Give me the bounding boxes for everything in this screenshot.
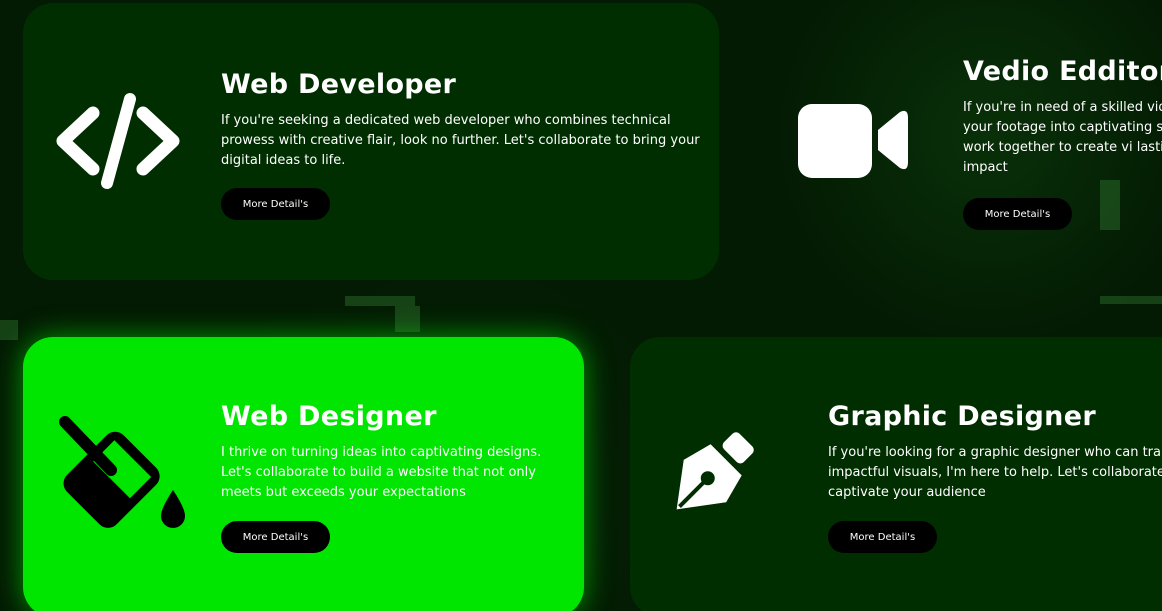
more-details-button[interactable]: More Detail's — [221, 521, 330, 553]
service-card-video-editor: Vedio Edditor If you're in need of a ski… — [744, 0, 1162, 270]
paint-bucket-icon — [53, 412, 188, 537]
card-title: Graphic Designer — [828, 401, 1096, 432]
card-title: Vedio Edditor — [963, 56, 1162, 87]
card-description: If you're seeking a dedicated web develo… — [221, 113, 700, 168]
video-camera-icon — [796, 100, 910, 180]
card-title: Web Designer — [221, 401, 437, 432]
background-pixel-decoration — [395, 306, 420, 332]
card-description: If you're in need of a skilled vid your … — [963, 100, 1162, 175]
service-card-web-developer: Web Developer If you're seeking a dedica… — [23, 3, 719, 280]
background-pixel-decoration — [1100, 296, 1162, 304]
service-card-graphic-designer: Graphic Designer If you're looking for a… — [630, 337, 1162, 611]
card-description: I thrive on turning ideas into captivati… — [221, 445, 542, 500]
card-description: If you're looking for a graphic designer… — [828, 445, 1162, 500]
code-icon — [53, 88, 183, 193]
background-pixel-decoration — [0, 320, 18, 340]
background-pixel-decoration — [345, 296, 415, 306]
more-details-button[interactable]: More Detail's — [963, 198, 1072, 230]
card-title: Web Developer — [221, 69, 457, 100]
pen-nib-icon — [660, 422, 765, 527]
card-description-clip: If you're in need of a skilled vid your … — [963, 98, 1162, 182]
service-card-web-designer: Web Designer I thrive on turning ideas i… — [23, 337, 584, 611]
more-details-button[interactable]: More Detail's — [828, 521, 937, 553]
services-section: Web Developer If you're seeking a dedica… — [0, 0, 1162, 611]
more-details-button[interactable]: More Detail's — [221, 188, 330, 220]
